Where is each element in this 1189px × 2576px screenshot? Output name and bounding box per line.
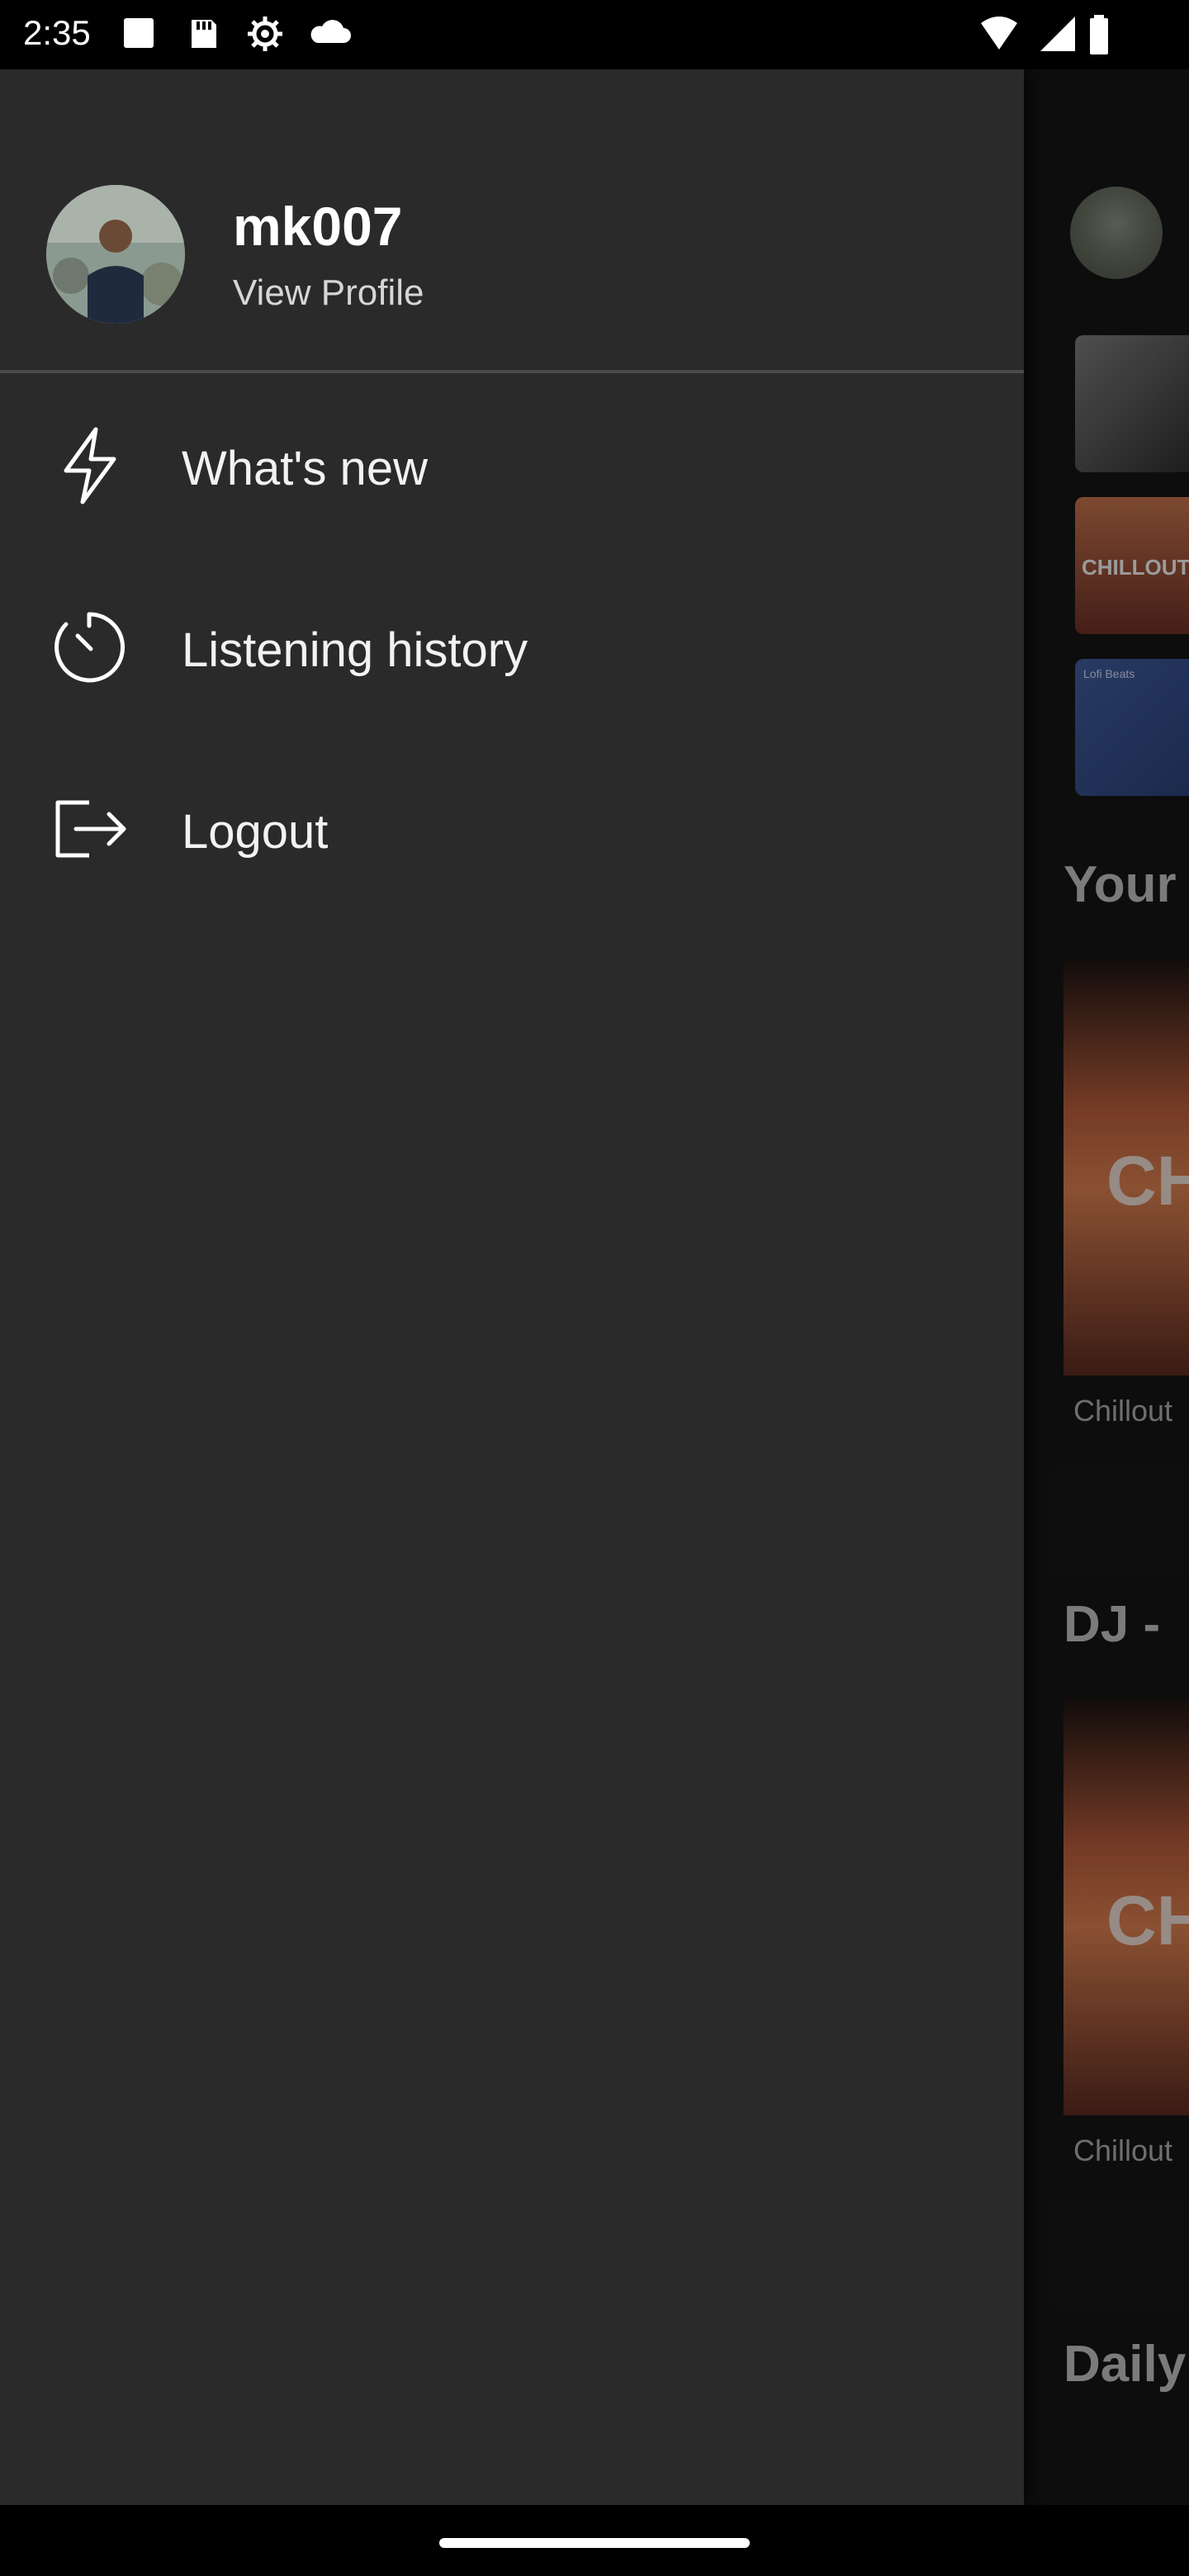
menu-item-label: Listening history <box>182 623 528 677</box>
menu-item-label: What's new <box>182 442 428 495</box>
avatar-photo <box>46 185 185 324</box>
status-bar: 2:35 <box>0 0 1189 69</box>
menu-item-logout[interactable]: Logout <box>0 746 1024 912</box>
navigation-drawer: mk007 View Profile What's new Listening … <box>0 69 1024 2505</box>
menu-item-label: Logout <box>182 805 329 859</box>
cloud-icon <box>310 20 351 43</box>
menu-item-whats-new[interactable]: What's new <box>0 383 1024 548</box>
status-time: 2:35 <box>23 13 91 52</box>
avatar[interactable] <box>46 185 185 324</box>
profile-username: mk007 <box>233 196 403 257</box>
home-gesture-handle[interactable] <box>439 2538 750 2548</box>
lightning-icon <box>64 427 116 504</box>
sim-card-icon <box>124 18 154 48</box>
battery-icon <box>1090 15 1108 54</box>
wifi-icon <box>981 17 1017 50</box>
settings-icon <box>248 17 282 51</box>
system-navigation-bar <box>0 2505 1189 2576</box>
profile-header[interactable]: mk007 View Profile <box>0 69 1024 372</box>
sd-card-icon <box>192 20 216 48</box>
view-profile-link[interactable]: View Profile <box>233 272 424 314</box>
logout-icon <box>55 800 126 858</box>
divider <box>0 370 1024 373</box>
signal-icon <box>1040 17 1075 51</box>
menu-item-listening-history[interactable]: Listening history <box>0 565 1024 730</box>
timer-icon <box>54 612 126 683</box>
